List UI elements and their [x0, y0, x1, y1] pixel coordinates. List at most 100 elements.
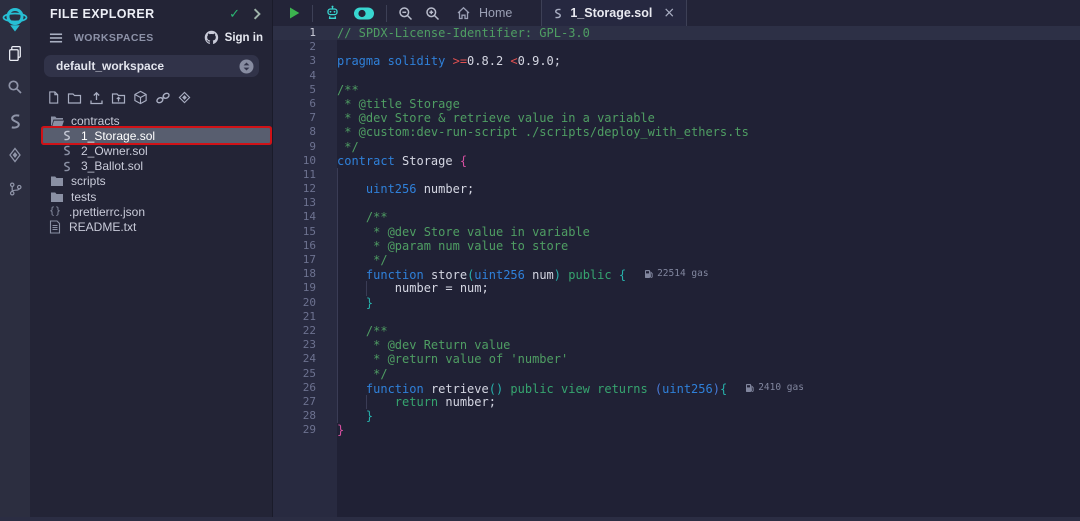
code-line-8[interactable]: 8 * @custom:dev-run-script ./scripts/dep… — [273, 125, 1080, 139]
code-line-24[interactable]: 24 * @return value of 'number' — [273, 352, 1080, 366]
activity-solidity-compiler[interactable] — [0, 104, 30, 138]
hamburger-icon[interactable] — [49, 32, 63, 44]
code-line-content[interactable]: */ — [337, 253, 1080, 267]
code-line-content[interactable]: // SPDX-License-Identifier: GPL-3.0 — [337, 26, 1080, 40]
ai-copilot-toggle-on[interactable] — [347, 6, 381, 21]
code-token: { — [720, 382, 727, 396]
code-token — [337, 296, 366, 310]
code-line-11[interactable]: 11 — [273, 168, 1080, 182]
code-line-content[interactable] — [337, 168, 1080, 182]
code-line-3[interactable]: 3pragma solidity >=0.8.2 <0.9.0; — [273, 54, 1080, 68]
code-line-14[interactable]: 14 /** — [273, 210, 1080, 224]
code-line-content[interactable]: } — [337, 409, 1080, 423]
line-number: 12 — [273, 182, 337, 196]
check-icon[interactable]: ✓ — [229, 6, 240, 22]
code-line-content[interactable]: * @custom:dev-run-script ./scripts/deplo… — [337, 125, 1080, 139]
code-line-15[interactable]: 15 * @dev Store value in variable — [273, 225, 1080, 239]
code-line-content[interactable] — [337, 69, 1080, 83]
indent-guide — [337, 324, 338, 338]
activity-file-explorer[interactable] — [0, 36, 30, 70]
code-line-12[interactable]: 12 uint256 number; — [273, 182, 1080, 196]
zoom-in-icon[interactable] — [419, 6, 446, 21]
code-line-16[interactable]: 16 * @param num value to store — [273, 239, 1080, 253]
upload-folder-button[interactable] — [111, 91, 126, 105]
create-file-button[interactable] — [47, 90, 60, 105]
editor-empty-area[interactable] — [273, 437, 1080, 521]
code-line-23[interactable]: 23 * @dev Return value — [273, 338, 1080, 352]
import-ipfs-button[interactable] — [133, 90, 148, 105]
tree-item-contracts[interactable]: contracts — [43, 113, 272, 128]
code-line-content[interactable]: contract Storage { — [337, 154, 1080, 168]
terminal-edge[interactable] — [0, 517, 1080, 521]
code-line-content[interactable] — [337, 310, 1080, 324]
code-line-28[interactable]: 28 } — [273, 409, 1080, 423]
code-line-content[interactable]: number = num; — [337, 281, 1080, 295]
line-number: 26 — [273, 381, 337, 395]
import-url-button[interactable] — [155, 91, 171, 105]
code-line-content[interactable]: */ — [337, 140, 1080, 154]
code-line-22[interactable]: 22 /** — [273, 324, 1080, 338]
code-line-2[interactable]: 2 — [273, 40, 1080, 54]
code-line-content[interactable] — [337, 196, 1080, 210]
code-line-29[interactable]: 29} — [273, 423, 1080, 437]
code-line-content[interactable]: * @title Storage — [337, 97, 1080, 111]
run-script-button[interactable] — [282, 6, 307, 20]
code-line-content[interactable]: * @dev Store & retrieve value in a varia… — [337, 111, 1080, 125]
tree-item-scripts[interactable]: scripts — [43, 174, 272, 189]
activity-deploy-run[interactable] — [0, 138, 30, 172]
upload-file-button[interactable] — [89, 91, 104, 105]
code-line-content[interactable]: /** — [337, 324, 1080, 338]
code-line-26[interactable]: 26 function retrieve() public view retur… — [273, 381, 1080, 395]
code-line-content[interactable] — [337, 40, 1080, 54]
code-line-10[interactable]: 10contract Storage { — [273, 154, 1080, 168]
code-line-content[interactable]: } — [337, 423, 1080, 437]
code-line-content[interactable]: return number; — [337, 395, 1080, 409]
code-line-content[interactable]: * @return value of 'number' — [337, 352, 1080, 366]
tab-home[interactable]: Home — [446, 0, 527, 26]
create-folder-button[interactable] — [67, 91, 82, 105]
code-line-21[interactable]: 21 — [273, 310, 1080, 324]
tree-item--prettierrc-json[interactable]: {}.prettierrc.json — [43, 204, 272, 219]
tab-1-storage-sol[interactable]: 1_Storage.sol × — [541, 0, 687, 26]
code-editor[interactable]: 1// SPDX-License-Identifier: GPL-3.023pr… — [273, 26, 1080, 521]
close-icon[interactable]: × — [663, 5, 675, 21]
code-line-content[interactable]: * @param num value to store — [337, 239, 1080, 253]
code-line-content[interactable]: */ — [337, 367, 1080, 381]
activity-search[interactable] — [0, 70, 30, 104]
code-line-17[interactable]: 17 */ — [273, 253, 1080, 267]
code-line-content[interactable]: * @dev Return value — [337, 338, 1080, 352]
ai-assistant-button[interactable] — [318, 5, 347, 21]
code-line-content[interactable]: uint256 number; — [337, 182, 1080, 196]
code-line-27[interactable]: 27 return number; — [273, 395, 1080, 409]
code-line-content[interactable]: * @dev Store value in variable — [337, 225, 1080, 239]
code-line-7[interactable]: 7 * @dev Store & retrieve value in a var… — [273, 111, 1080, 125]
code-line-20[interactable]: 20 } — [273, 296, 1080, 310]
workspace-select[interactable]: default_workspace — [44, 55, 259, 77]
code-line-6[interactable]: 6 * @title Storage — [273, 97, 1080, 111]
code-line-content[interactable]: pragma solidity >=0.8.2 <0.9.0; — [337, 54, 1080, 68]
code-line-content[interactable]: } — [337, 296, 1080, 310]
code-line-5[interactable]: 5/** — [273, 83, 1080, 97]
remix-logo-icon[interactable] — [2, 2, 28, 36]
tree-item-tests[interactable]: tests — [43, 189, 272, 204]
code-line-18[interactable]: 18 function store(uint256 num) public {2… — [273, 267, 1080, 281]
code-line-4[interactable]: 4 — [273, 69, 1080, 83]
zoom-out-icon[interactable] — [392, 6, 419, 21]
code-line-1[interactable]: 1// SPDX-License-Identifier: GPL-3.0 — [273, 26, 1080, 40]
tree-item-1-storage-sol[interactable]: 1_Storage.sol — [43, 128, 270, 143]
tree-item-3-ballot-sol[interactable]: 3_Ballot.sol — [43, 159, 272, 174]
sign-in-button[interactable]: Sign in — [204, 30, 263, 45]
code-line-25[interactable]: 25 */ — [273, 367, 1080, 381]
code-line-content[interactable]: /** — [337, 83, 1080, 97]
activity-git[interactable] — [0, 172, 30, 206]
connect-localhost-button[interactable] — [178, 91, 191, 104]
code-line-13[interactable]: 13 — [273, 196, 1080, 210]
tree-item-2-owner-sol[interactable]: 2_Owner.sol — [43, 143, 272, 158]
code-line-content[interactable]: function retrieve() public view returns … — [337, 381, 1080, 395]
code-line-content[interactable]: function store(uint256 num) public {2251… — [337, 267, 1080, 281]
tree-item-readme-txt[interactable]: README.txt — [43, 219, 272, 234]
code-line-19[interactable]: 19 number = num; — [273, 281, 1080, 295]
code-line-content[interactable]: /** — [337, 210, 1080, 224]
chevron-right-icon[interactable] — [252, 8, 262, 20]
code-line-9[interactable]: 9 */ — [273, 140, 1080, 154]
